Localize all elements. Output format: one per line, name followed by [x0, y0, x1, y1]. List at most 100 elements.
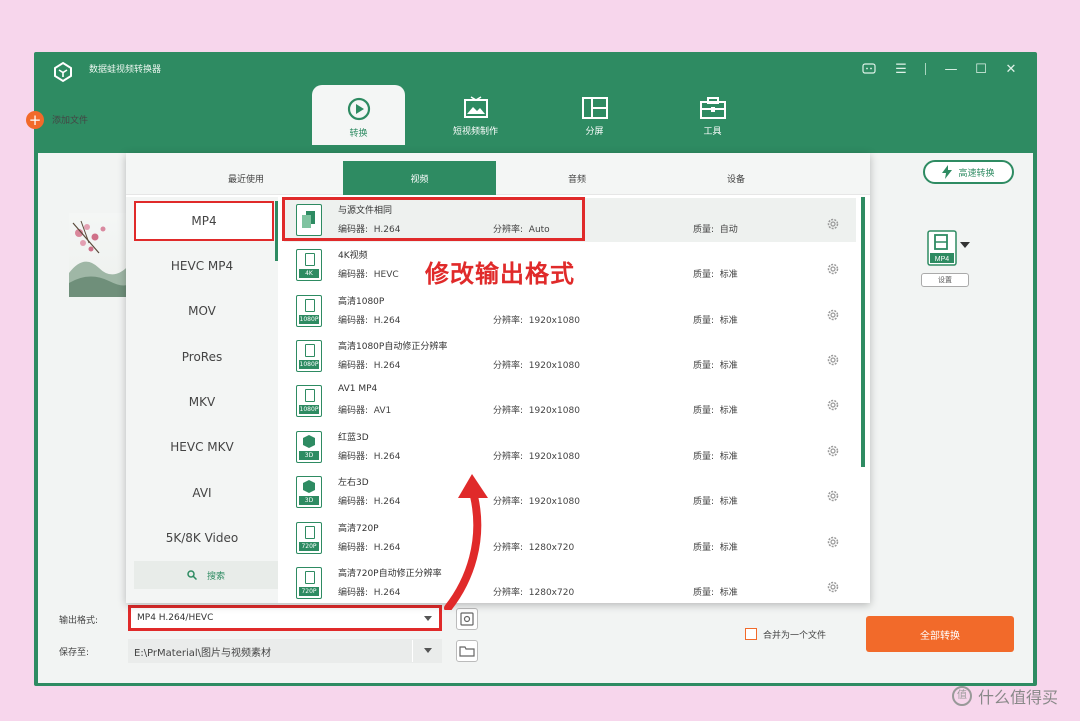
preset-resolution: 分辨率: 1920x1080	[493, 316, 580, 326]
video-file-icon	[305, 526, 315, 539]
app-logo-icon	[54, 61, 72, 83]
format-item-mp4[interactable]: MP4	[134, 201, 274, 241]
open-folder-button[interactable]	[456, 640, 478, 662]
file-settings-button[interactable]: 设置	[921, 273, 969, 287]
merge-checkbox[interactable]	[745, 628, 757, 640]
preset-row[interactable]: 720P 高清720P 编码器: H.264 分辨率: 1280x720 质量:…	[284, 516, 856, 560]
preset-row[interactable]: 3D 左右3D 编码器: H.264 分辨率: 1920x1080 质量: 标准	[284, 470, 856, 514]
cube-3d-icon	[303, 435, 315, 448]
preset-row[interactable]: 1080P 高清1080P 编码器: H.264 分辨率: 1920x1080 …	[284, 289, 856, 333]
tab-video[interactable]: 视频	[343, 161, 496, 195]
search-icon	[187, 570, 197, 580]
folder-icon	[459, 646, 475, 657]
output-format-select[interactable]: MP4 H.264/HEVC	[128, 605, 442, 631]
video-thumbnail[interactable]	[69, 213, 131, 297]
tab-label: 短视频制作	[452, 127, 498, 137]
preset-name: 高清720P自动修正分辨率	[338, 569, 442, 579]
preset-encoder: 编码器: H.264	[338, 588, 401, 598]
preset-resolution: 分辨率: 1920x1080	[493, 406, 580, 416]
convert-icon	[347, 97, 370, 121]
close-icon[interactable]: ✕	[1002, 60, 1020, 78]
save-path-field[interactable]: E:\PrMaterial\图片与视频素材	[128, 639, 442, 663]
preset-row[interactable]: 720P 高清720P自动修正分辨率 编码器: H.264 分辨率: 1280x…	[284, 561, 856, 605]
gear-icon[interactable]	[826, 398, 840, 412]
preset-badge: 4K	[299, 269, 319, 278]
add-file-button[interactable]: +	[26, 111, 44, 129]
minimize-icon[interactable]: —	[942, 60, 960, 78]
gear-icon[interactable]	[826, 535, 840, 549]
tab-device[interactable]: 设备	[676, 161, 796, 195]
path-dropdown-icon[interactable]	[424, 648, 432, 653]
maximize-icon[interactable]: ☐	[972, 60, 990, 78]
format-item-avi[interactable]: AVI	[126, 473, 278, 513]
preset-quality: 质量: 标准	[693, 543, 738, 553]
tab-audio[interactable]: 音频	[517, 161, 637, 195]
preset-icon: 3D	[296, 476, 322, 508]
preset-row[interactable]: 1080P 高清1080P自动修正分辨率 编码器: H.264 分辨率: 192…	[284, 334, 856, 378]
preset-name: 高清1080P	[338, 297, 385, 307]
video-file-icon	[305, 571, 315, 584]
preset-resolution: 分辨率: 1920x1080	[493, 361, 580, 371]
chevron-down-icon	[424, 616, 432, 621]
output-format-badge: MP4	[935, 256, 950, 263]
lightning-icon	[942, 165, 953, 179]
merge-label[interactable]: 合并为一个文件	[763, 628, 826, 641]
preset-quality: 质量: 自动	[693, 225, 738, 235]
preset-encoder: 编码器: H.264	[338, 452, 401, 462]
preset-resolution: 分辨率: 1920x1080	[493, 452, 580, 462]
menu-icon[interactable]: ☰	[892, 60, 910, 78]
preset-name: 红蓝3D	[338, 433, 369, 443]
format-panel-tabs: 最近使用 视频 音频 设备	[126, 153, 870, 195]
gear-icon[interactable]	[826, 489, 840, 503]
preset-name: 高清1080P自动修正分辨率	[338, 342, 448, 352]
toolbox-icon	[699, 97, 726, 119]
preset-quality: 质量: 标准	[693, 452, 738, 462]
gear-icon[interactable]	[826, 353, 840, 367]
format-item-prores[interactable]: ProRes	[126, 337, 278, 377]
preset-name: 4K视频	[338, 251, 368, 261]
red-arrow-icon	[444, 474, 488, 610]
gear-icon[interactable]	[826, 580, 840, 594]
tab-split-screen[interactable]: 分屏	[548, 85, 641, 145]
feedback-icon[interactable]	[860, 60, 878, 78]
preset-list-scrollbar[interactable]	[861, 197, 865, 467]
preset-encoder: 编码器: H.264	[338, 361, 401, 371]
add-file-label[interactable]: 添加文件	[52, 113, 88, 126]
preset-name: 左右3D	[338, 478, 369, 488]
preset-icon: 1080P	[296, 295, 322, 327]
watermark: 值 什么值得买	[952, 684, 1058, 708]
tab-short-video[interactable]: 短视频制作	[429, 85, 522, 145]
annotation-text: 修改输出格式	[425, 260, 575, 288]
format-search-button[interactable]: 搜索	[134, 561, 278, 589]
gear-icon[interactable]	[826, 308, 840, 322]
tab-recent[interactable]: 最近使用	[186, 161, 306, 195]
preset-name: AV1 MP4	[338, 384, 378, 394]
format-list-scrollbar[interactable]	[275, 201, 278, 261]
tab-label: 分屏	[585, 127, 604, 137]
format-item-mov[interactable]: MOV	[126, 291, 278, 331]
format-settings-button[interactable]	[456, 608, 478, 630]
preset-quality: 质量: 标准	[693, 588, 738, 598]
fast-convert-button[interactable]: 高速转换	[923, 160, 1014, 184]
format-item-5k8k[interactable]: 5K/8K Video	[126, 518, 278, 558]
tab-tools[interactable]: 工具	[666, 85, 759, 145]
tab-convert[interactable]: 转换	[312, 85, 405, 145]
preset-row[interactable]: 3D 红蓝3D 编码器: H.264 分辨率: 1920x1080 质量: 标准	[284, 425, 856, 469]
preset-icon: 3D	[296, 431, 322, 463]
format-item-hevc-mkv[interactable]: HEVC MKV	[126, 427, 278, 467]
preset-row[interactable]: 1080P AV1 MP4 编码器: AV1 分辨率: 1920x1080 质量…	[284, 379, 856, 423]
format-item-mkv[interactable]: MKV	[126, 382, 278, 422]
preset-badge: 1080P	[299, 405, 319, 414]
format-item-hevc-mp4[interactable]: HEVC MP4	[126, 246, 278, 286]
preset-quality: 质量: 标准	[693, 316, 738, 326]
convert-all-button[interactable]: 全部转换	[866, 616, 1014, 652]
gear-icon[interactable]	[826, 444, 840, 458]
preset-name: 高清720P	[338, 524, 379, 534]
output-format-icon[interactable]: MP4	[927, 230, 957, 266]
gear-icon[interactable]	[826, 217, 840, 231]
gear-icon[interactable]	[826, 262, 840, 276]
format-dropdown-icon[interactable]	[960, 242, 970, 248]
video-file-icon	[305, 299, 315, 312]
preset-icon: 720P	[296, 522, 322, 554]
preset-encoder: 编码器: H.264	[338, 316, 401, 326]
